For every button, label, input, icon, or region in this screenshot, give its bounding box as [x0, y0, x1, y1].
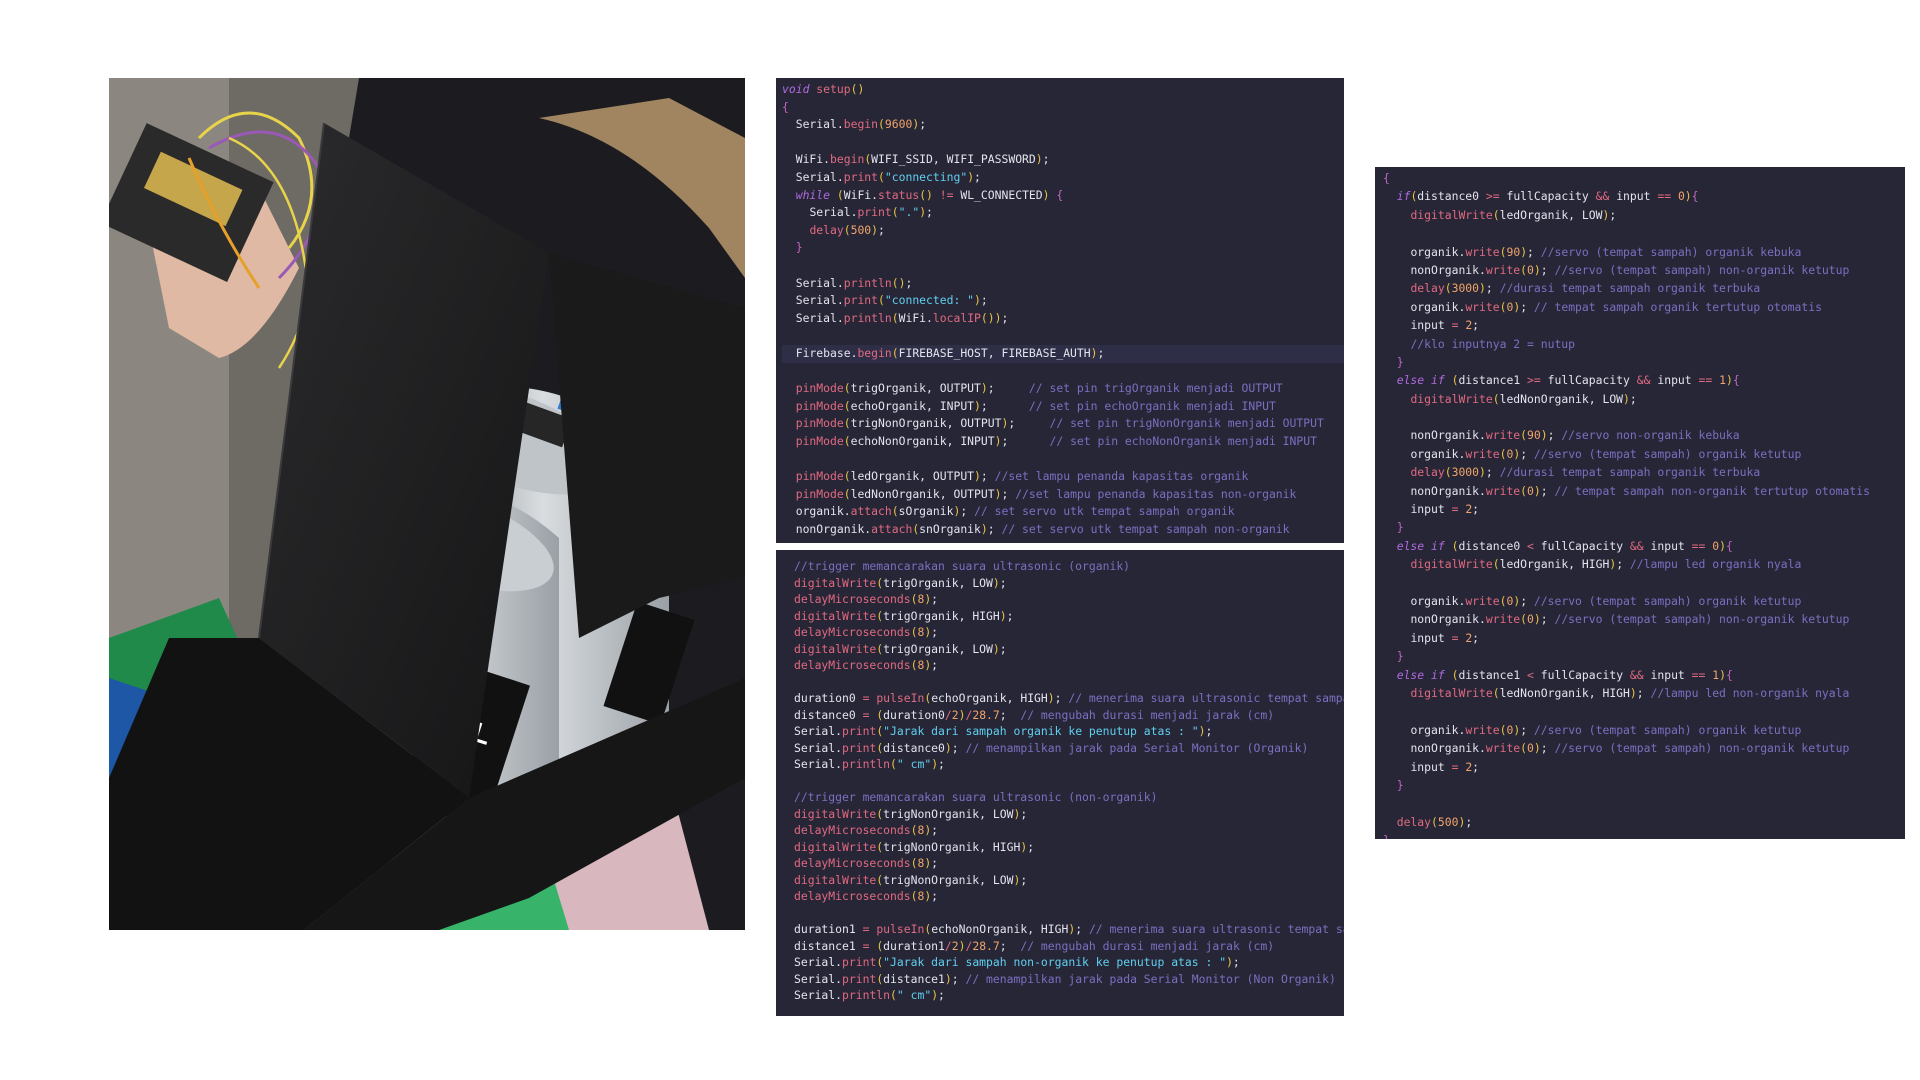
code-line: digitalWrite(ledOrganik, HIGH); //lampu … — [1410, 557, 1802, 572]
code-line: nonOrganik.write(0); //servo (tempat sam… — [1410, 612, 1850, 627]
code-line: //klo inputnya 2 = nutup — [1410, 336, 1576, 351]
code-line: delayMicroseconds(8); — [794, 658, 939, 672]
code-line: nonOrganik.attach(snOrganik); // set ser… — [795, 521, 1290, 536]
code-line: distance1 = (duration1/2)/28.7; // mengu… — [794, 938, 1275, 953]
code-line: delayMicroseconds(8); — [794, 592, 939, 606]
code-line: else if (distance1 < fullCapacity && inp… — [1396, 667, 1733, 682]
code-line: Serial.print(distance0); // menampilkan … — [794, 740, 1309, 755]
code-line: void setup() — [782, 82, 865, 96]
code-line: nonOrganik.write(90); //servo non-organi… — [1410, 428, 1740, 443]
code-line: WiFi.begin(WIFI_SSID, WIFI_PASSWORD); — [795, 152, 1050, 167]
code-line: Serial.print("Jarak dari sampah organik … — [794, 724, 1213, 738]
code-line: input = 2; — [1410, 502, 1480, 517]
code-line: Serial.print("connected: "); — [795, 293, 988, 308]
code-line: else if (distance0 < fullCapacity && inp… — [1396, 538, 1733, 553]
code-line: //trigger memancarakan suara ultrasonic … — [794, 790, 1158, 804]
code-line: else if (distance1 >= fullCapacity && in… — [1396, 373, 1740, 388]
code-line: delayMicroseconds(8); — [794, 856, 939, 870]
code-line: nonOrganik.write(0); //servo (tempat sam… — [1410, 262, 1850, 277]
code-line: } — [1396, 354, 1404, 369]
code-line: delayMicroseconds(8); — [794, 889, 939, 903]
code-line: pinMode(echoOrganik, INPUT); // set pin … — [795, 398, 1276, 413]
code-line: //trigger memancarakan suara ultrasonic … — [794, 559, 1131, 573]
code-line: digitalWrite(ledNonOrganik, HIGH); //lam… — [1410, 685, 1850, 700]
code-line: input = 2; — [1410, 630, 1480, 645]
code-line: nonOrganik.write(0); //servo (tempat sam… — [1410, 741, 1850, 756]
code-line: organik.write(0); // tempat sampah organ… — [1410, 299, 1822, 314]
code-line: delay(3000); //durasi tempat sampah orga… — [1410, 281, 1761, 296]
code-line: delayMicroseconds(8); — [794, 823, 939, 837]
code-line: pinMode(trigOrganik, OUTPUT); // set pin… — [795, 381, 1283, 396]
code-line: organik.write(90); //servo (tempat sampa… — [1410, 244, 1802, 259]
code-lines-trigger: //trigger memancarakan suara ultrasonic … — [794, 558, 1344, 1004]
code-line: digitalWrite(ledNonOrganik, LOW); — [1410, 391, 1637, 406]
code-panel-loop: { if(distance0 >= fullCapacity && input … — [1375, 167, 1905, 839]
code-line: Serial.println(" cm"); — [794, 988, 945, 1002]
code-line: delay(500); — [1396, 814, 1473, 829]
code-line: organik.write(0); //servo (tempat sampah… — [1410, 446, 1802, 461]
code-panel-setup: void setup() { Serial.begin(9600); WiFi.b… — [776, 78, 1344, 543]
code-lines-setup: void setup() { Serial.begin(9600); WiFi.b… — [782, 81, 1344, 538]
code-line: digitalWrite(trigNonOrganik, HIGH); — [794, 839, 1035, 854]
code-line: while (WiFi.status() != WL_CONNECTED) { — [795, 187, 1064, 202]
code-line: pinMode(trigNonOrganik, OUTPUT); // set … — [795, 416, 1324, 431]
code-line: digitalWrite(trigNonOrganik, LOW); — [794, 806, 1028, 821]
code-line: Firebase.begin(FIREBASE_HOST, FIREBASE_A… — [782, 344, 1344, 363]
code-line: delayMicroseconds(8); — [794, 625, 939, 639]
code-line: duration1 = pulseIn(echoNonOrganik, HIGH… — [794, 922, 1344, 936]
code-line: } — [795, 240, 803, 255]
code-line: digitalWrite(trigOrganik, HIGH); — [794, 608, 1014, 623]
code-line: } — [1383, 831, 1905, 839]
code-line: pinMode(ledOrganik, OUTPUT); //set lampu… — [795, 469, 1249, 484]
code-lines-loop: { if(distance0 >= fullCapacity && input … — [1383, 169, 1905, 839]
code-line: organik.write(0); //servo (tempat sampah… — [1410, 722, 1802, 737]
code-line: input = 2; — [1410, 759, 1480, 774]
code-line: Serial.print("."); — [809, 205, 933, 220]
prototype-photo: CAL — [109, 78, 745, 930]
code-line: Serial.begin(9600); — [795, 117, 927, 132]
code-line: Serial.print("connecting"); — [795, 169, 981, 184]
code-line: Serial.println(WiFi.localIP()); — [795, 310, 1009, 325]
code-line: digitalWrite(trigOrganik, LOW); — [794, 575, 1007, 590]
code-line: duration0 = pulseIn(echoOrganik, HIGH); … — [794, 691, 1344, 705]
code-line: Serial.print("Jarak dari sampah non-orga… — [794, 955, 1240, 969]
code-line: } — [1396, 777, 1404, 792]
code-panel-trigger: //trigger memancarakan suara ultrasonic … — [776, 550, 1344, 1016]
trash-bins-prototype-photo-icon: CAL — [109, 78, 745, 930]
code-line: distance0 = (duration0/2)/28.7; // mengu… — [794, 707, 1275, 722]
code-line: digitalWrite(ledOrganik, LOW); — [1410, 207, 1617, 222]
code-line: organik.write(0); //servo (tempat sampah… — [1410, 593, 1802, 608]
code-line: Serial.println(" cm"); — [794, 757, 945, 771]
code-line: organik.attach(sOrganik); // set servo u… — [795, 504, 1235, 519]
code-line: digitalWrite(trigOrganik, LOW); — [794, 641, 1007, 656]
code-line: } — [1396, 520, 1404, 535]
code-line: { — [782, 99, 789, 114]
code-line: Serial.print(distance1); // menampilkan … — [794, 971, 1336, 986]
code-line: } — [1396, 649, 1404, 664]
code-line: Serial.println(); — [795, 275, 913, 290]
code-line: pinMode(echoNonOrganik, INPUT); // set p… — [795, 433, 1317, 448]
code-line: input = 2; — [1410, 318, 1480, 333]
code-line: if(distance0 >= fullCapacity && input ==… — [1396, 189, 1699, 204]
code-line: digitalWrite(trigNonOrganik, LOW); — [794, 872, 1028, 887]
code-line: pinMode(ledNonOrganik, OUTPUT); //set la… — [795, 486, 1297, 501]
code-line: nonOrganik.write(0); // tempat sampah no… — [1410, 483, 1870, 498]
code-line: delay(500); — [809, 222, 885, 237]
code-line: delay(3000); //durasi tempat sampah orga… — [1410, 465, 1761, 480]
code-line: { — [1383, 171, 1390, 185]
